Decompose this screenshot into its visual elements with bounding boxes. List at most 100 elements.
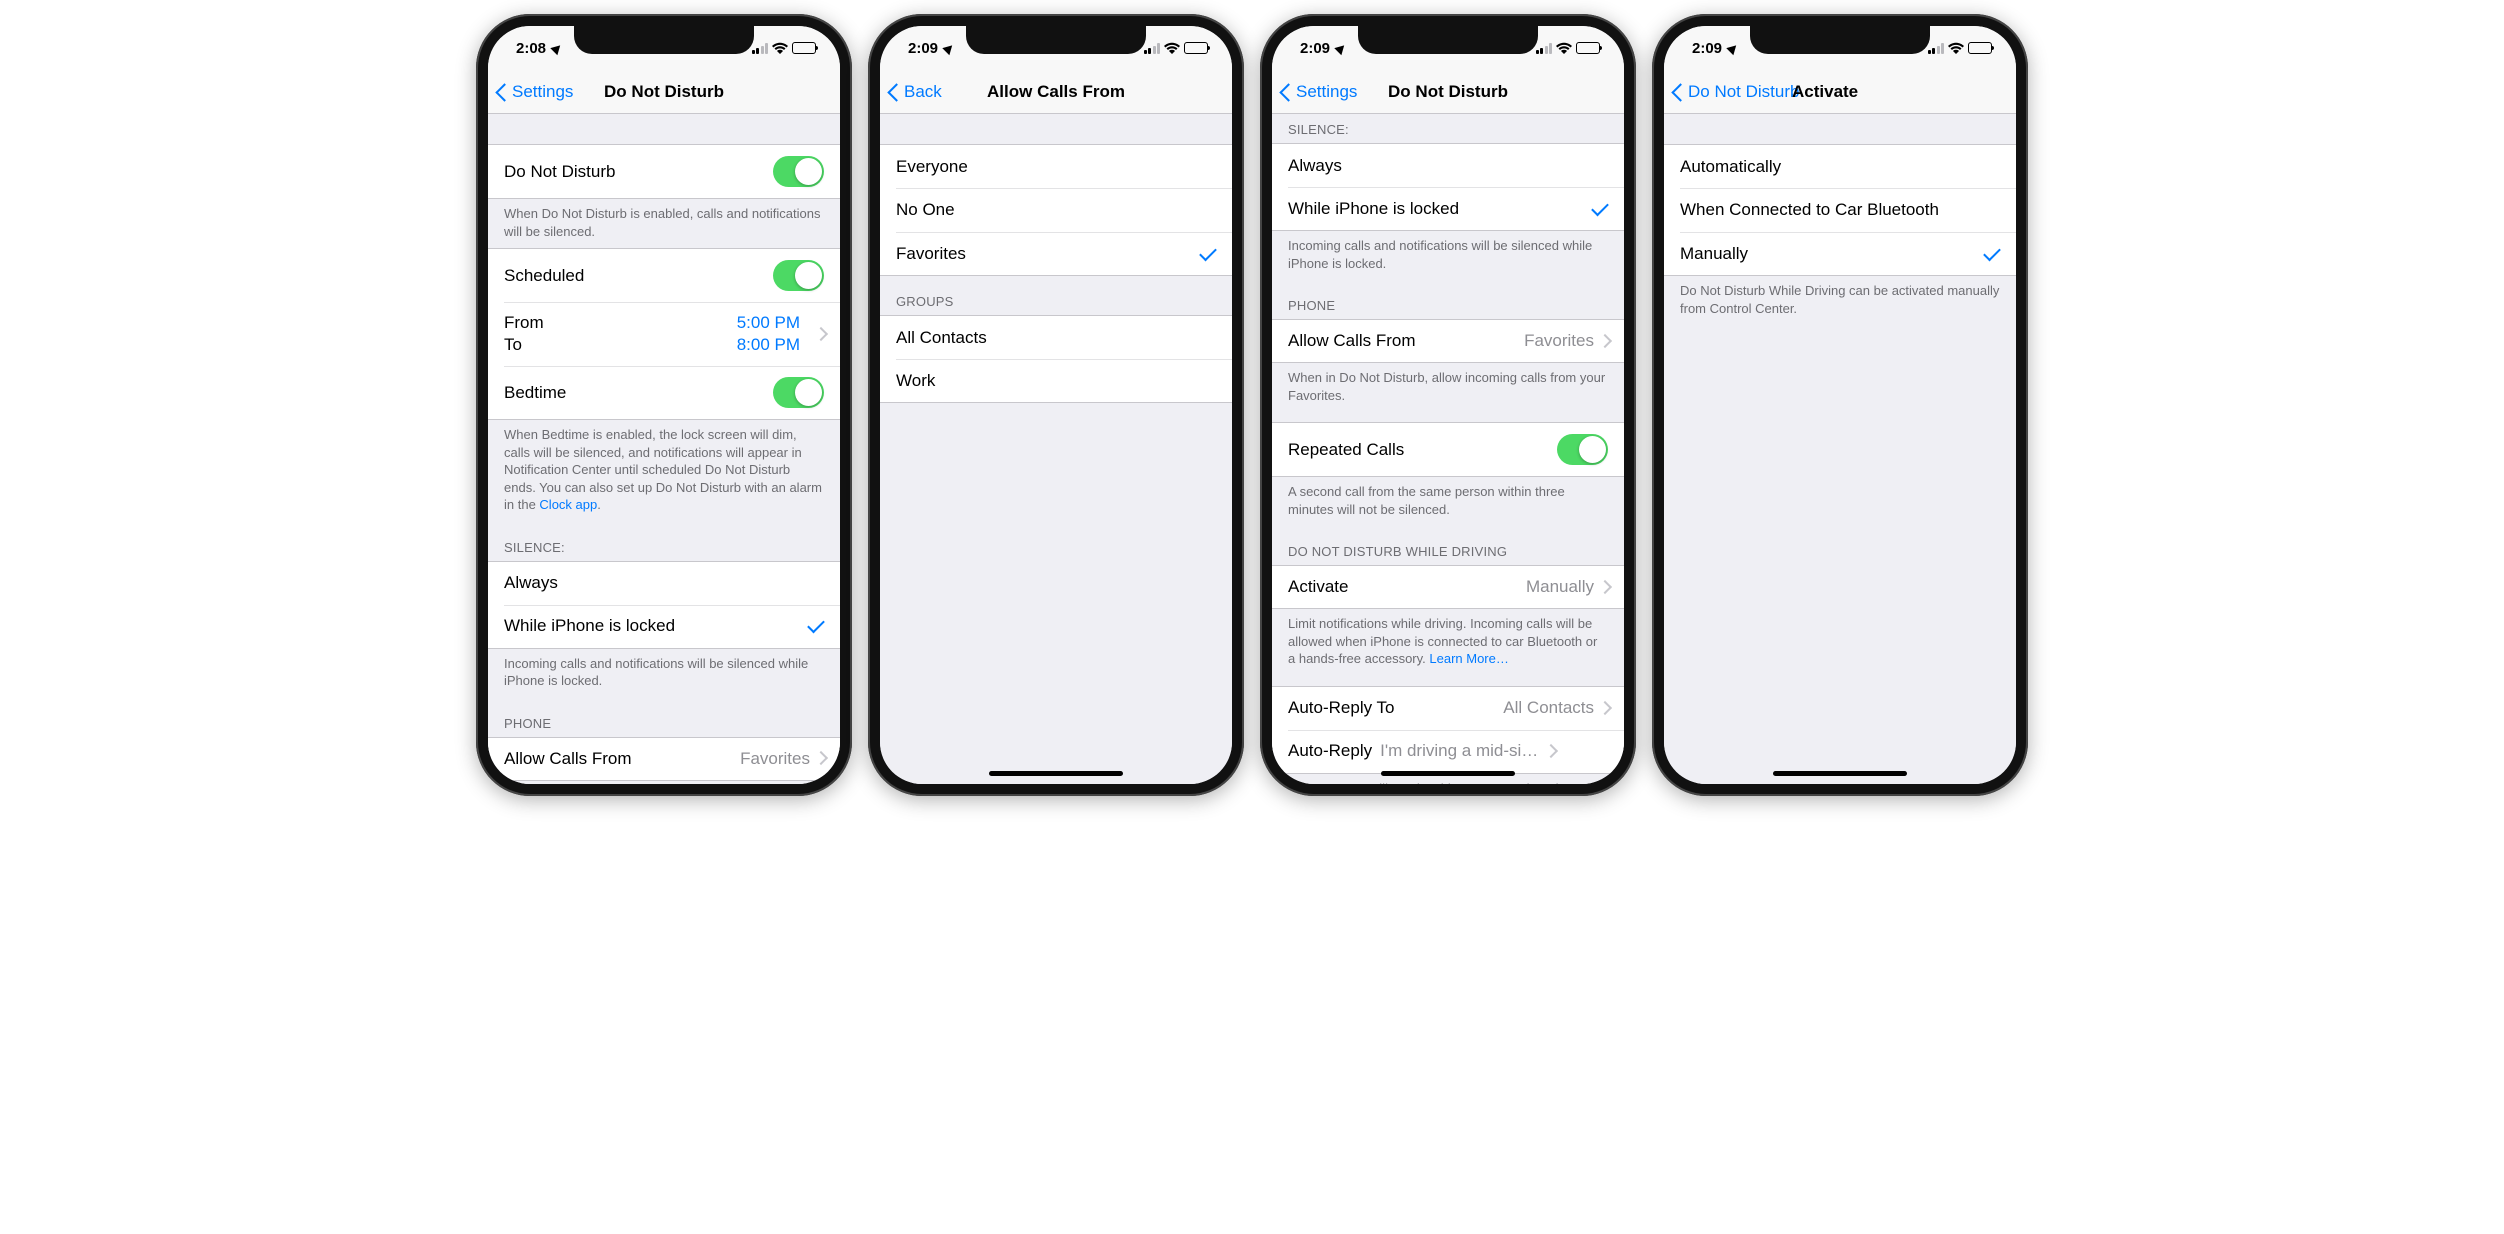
section-header-silence: SILENCE: <box>1272 114 1624 143</box>
chevron-left-icon <box>496 82 508 102</box>
phone-frame-1: 2:08 Settings Do Not Disturb Do Not Dist… <box>476 14 852 796</box>
row-detail: I'm driving a mid-size vehicle ri… <box>1380 741 1540 761</box>
row-bedtime[interactable]: Bedtime <box>488 366 840 420</box>
status-time: 2:09 <box>1300 40 1330 57</box>
row-label: Scheduled <box>504 266 773 286</box>
home-indicator[interactable] <box>1773 771 1907 776</box>
switch-on[interactable] <box>773 377 824 408</box>
row-all-contacts[interactable]: All Contacts <box>880 315 1232 359</box>
row-while-locked[interactable]: While iPhone is locked <box>488 605 840 649</box>
nav-bar: Settings Do Not Disturb <box>488 70 840 114</box>
learn-more-link[interactable]: Learn More… <box>1429 651 1508 666</box>
row-always[interactable]: Always <box>488 561 840 605</box>
notch <box>1358 26 1538 54</box>
row-detail: Favorites <box>1524 331 1594 351</box>
battery-icon <box>1968 42 1992 54</box>
chevron-right-icon <box>1600 335 1608 348</box>
wifi-icon <box>1556 42 1572 54</box>
section-header-phone: PHONE <box>488 698 840 737</box>
content[interactable]: SILENCE: Always While iPhone is locked I… <box>1272 114 1624 784</box>
footer-text: Incoming calls and notifications will be… <box>488 649 840 698</box>
section-header-groups: GROUPS <box>880 276 1232 315</box>
row-label: Automatically <box>1680 157 2000 177</box>
nav-bar: Do Not Disturb Activate <box>1664 70 2016 114</box>
content[interactable]: Do Not Disturb When Do Not Disturb is en… <box>488 114 840 784</box>
back-label: Settings <box>1296 82 1357 102</box>
phone-frame-3: 2:09 Settings Do Not Disturb SILENCE: Al… <box>1260 14 1636 796</box>
row-car-bluetooth[interactable]: When Connected to Car Bluetooth <box>1664 188 2016 232</box>
location-icon <box>942 41 955 54</box>
row-label: All Contacts <box>896 328 1216 348</box>
row-while-locked[interactable]: While iPhone is locked <box>1272 187 1624 231</box>
row-dnd-toggle[interactable]: Do Not Disturb <box>488 144 840 199</box>
back-button[interactable]: Settings <box>496 82 573 102</box>
from-value: 5:00 PM <box>737 313 800 333</box>
nav-bar: Settings Do Not Disturb <box>1272 70 1624 114</box>
home-indicator[interactable] <box>1381 771 1515 776</box>
switch-on[interactable] <box>773 156 824 187</box>
checkmark-icon <box>1592 203 1608 215</box>
row-schedule-time[interactable]: From5:00 PM To8:00 PM <box>488 302 840 366</box>
signal-icon <box>1144 43 1161 54</box>
screen: 2:09 Back Allow Calls From Everyone No O… <box>880 26 1232 784</box>
footer-text: A second call from the same person withi… <box>1272 477 1624 526</box>
location-icon <box>550 41 563 54</box>
location-icon <box>1334 41 1347 54</box>
clock-app-link[interactable]: Clock app <box>539 497 597 512</box>
chevron-right-icon <box>816 752 824 765</box>
section-header-silence: SILENCE: <box>488 522 840 561</box>
back-button[interactable]: Settings <box>1280 82 1357 102</box>
chevron-left-icon <box>1280 82 1292 102</box>
nav-bar: Back Allow Calls From <box>880 70 1232 114</box>
phone-frame-4: 2:09 Do Not Disturb Activate Automatical… <box>1652 14 2028 796</box>
screen: 2:09 Do Not Disturb Activate Automatical… <box>1664 26 2016 784</box>
battery-icon <box>1184 42 1208 54</box>
row-label: Bedtime <box>504 383 773 403</box>
row-scheduled[interactable]: Scheduled <box>488 248 840 302</box>
back-button[interactable]: Back <box>888 82 942 102</box>
back-button[interactable]: Do Not Disturb <box>1672 82 1799 102</box>
row-autoreply[interactable]: Auto-Reply I'm driving a mid-size vehicl… <box>1272 730 1624 774</box>
switch-on[interactable] <box>773 260 824 291</box>
row-repeated-calls[interactable]: Repeated Calls <box>1272 422 1624 477</box>
footer-text: When in Do Not Disturb, allow incoming c… <box>488 781 840 784</box>
back-label: Settings <box>512 82 573 102</box>
switch-on[interactable] <box>1557 434 1608 465</box>
wifi-icon <box>772 42 788 54</box>
checkmark-icon <box>1984 248 2000 260</box>
row-label: Activate <box>1288 577 1526 597</box>
row-label: When Connected to Car Bluetooth <box>1680 200 2000 220</box>
status-time: 2:09 <box>908 40 938 57</box>
row-label: Repeated Calls <box>1288 440 1557 460</box>
row-label: Auto-Reply <box>1288 741 1372 761</box>
row-label: Everyone <box>896 157 1216 177</box>
phone-frame-2: 2:09 Back Allow Calls From Everyone No O… <box>868 14 1244 796</box>
row-manually[interactable]: Manually <box>1664 232 2016 276</box>
row-allow-calls[interactable]: Allow Calls From Favorites <box>488 737 840 781</box>
wifi-icon <box>1164 42 1180 54</box>
row-everyone[interactable]: Everyone <box>880 144 1232 188</box>
content[interactable]: Automatically When Connected to Car Blue… <box>1664 114 2016 784</box>
row-label: Always <box>1288 156 1608 176</box>
status-time: 2:08 <box>516 40 546 57</box>
content[interactable]: Everyone No One Favorites GROUPS All Con… <box>880 114 1232 784</box>
home-indicator[interactable] <box>989 771 1123 776</box>
chevron-right-icon <box>1600 581 1608 594</box>
row-automatically[interactable]: Automatically <box>1664 144 2016 188</box>
row-label: Manually <box>1680 244 1984 264</box>
row-allow-calls[interactable]: Allow Calls From Favorites <box>1272 319 1624 363</box>
chevron-right-icon <box>1546 745 1554 758</box>
row-autoreply-to[interactable]: Auto-Reply To All Contacts <box>1272 686 1624 730</box>
signal-icon <box>1536 43 1553 54</box>
back-label: Back <box>904 82 942 102</box>
row-activate[interactable]: Activate Manually <box>1272 565 1624 609</box>
signal-icon <box>752 43 769 54</box>
row-work[interactable]: Work <box>880 359 1232 403</box>
row-label: No One <box>896 200 1216 220</box>
row-favorites[interactable]: Favorites <box>880 232 1232 276</box>
row-detail: Manually <box>1526 577 1594 597</box>
row-no-one[interactable]: No One <box>880 188 1232 232</box>
battery-icon <box>1576 42 1600 54</box>
section-header-phone: PHONE <box>1272 280 1624 319</box>
row-always[interactable]: Always <box>1272 143 1624 187</box>
